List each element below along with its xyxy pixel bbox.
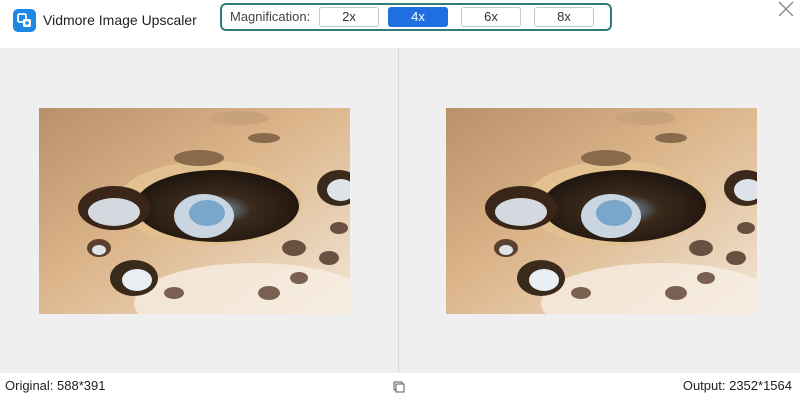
status-bar: Original: 588*391 Output: 2352*1564 <box>0 373 800 403</box>
app-logo-icon <box>13 9 36 32</box>
output-size-label: Output: 2352*1564 <box>682 378 792 393</box>
magnification-4x-button[interactable]: 4x <box>388 7 448 27</box>
output-image <box>446 108 757 314</box>
magnification-8x-button[interactable]: 8x <box>534 7 594 27</box>
magnification-label: Magnification: <box>230 9 311 24</box>
magnification-selector: Magnification: 2x 4x 6x 8x <box>220 3 612 31</box>
magnification-6x-button[interactable]: 6x <box>461 7 521 27</box>
original-size-label: Original: 588*391 <box>5 378 106 393</box>
magnification-2x-button[interactable]: 2x <box>319 7 379 27</box>
compare-icon <box>393 381 405 393</box>
app-title: Vidmore Image Upscaler <box>43 12 197 28</box>
header-bar: Vidmore Image Upscaler Magnification: 2x… <box>0 0 800 48</box>
app-window: Vidmore Image Upscaler Magnification: 2x… <box>0 0 800 403</box>
compare-toggle-button[interactable] <box>393 380 405 393</box>
original-image <box>39 108 350 314</box>
panel-divider <box>398 48 399 373</box>
comparison-area <box>0 48 800 373</box>
close-icon <box>778 1 794 17</box>
close-button[interactable] <box>776 0 796 20</box>
